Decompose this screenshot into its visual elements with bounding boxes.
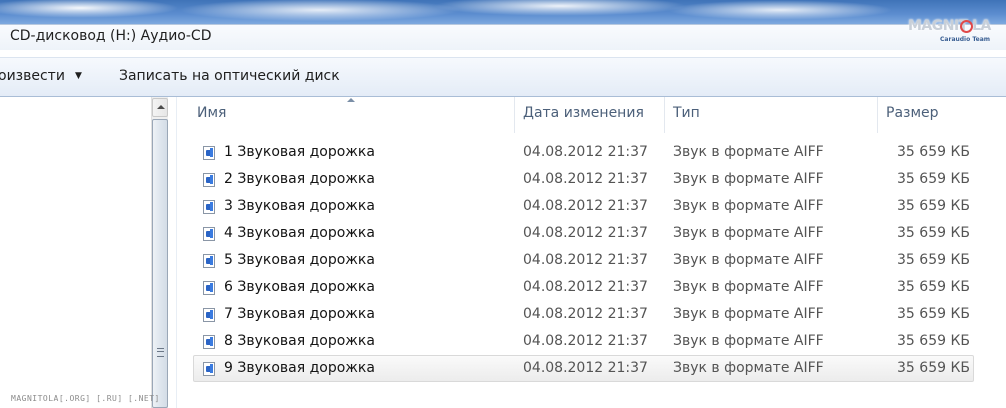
logo-subtitle: Caraudio Team <box>940 36 990 43</box>
play-all-label: оизвести <box>0 68 65 84</box>
file-date: 04.08.2012 21:37 <box>523 333 648 349</box>
file-name: 5 Звуковая дорожка <box>224 252 375 268</box>
file-size: 35 659 КБ <box>897 225 970 241</box>
file-name: 2 Звуковая дорожка <box>224 171 375 187</box>
file-type: Звук в формате AIFF <box>673 225 824 241</box>
column-header-date-label: Дата изменения <box>523 105 644 121</box>
scroll-up-arrow-icon <box>157 105 165 109</box>
audio-file-icon <box>203 227 215 241</box>
site-watermark: MAGNITOLA[.ORG] [.RU] [.NET] <box>11 394 160 403</box>
audio-file-icon <box>203 200 215 214</box>
file-row-8[interactable]: 8 Звуковая дорожка 04.08.2012 21:37 Звук… <box>193 328 974 355</box>
file-date: 04.08.2012 21:37 <box>523 198 648 214</box>
scrollbar-grip-icon <box>157 348 164 357</box>
file-type: Звук в формате AIFF <box>673 171 824 187</box>
navigation-pane <box>0 97 150 408</box>
file-row-5[interactable]: 5 Звуковая дорожка 04.08.2012 21:37 Звук… <box>193 247 974 274</box>
desktop-sky-background <box>0 0 1006 24</box>
file-size: 35 659 КБ <box>897 198 970 214</box>
file-size: 35 659 КБ <box>897 306 970 322</box>
chevron-down-icon: ▼ <box>74 71 82 81</box>
file-date: 04.08.2012 21:37 <box>523 252 648 268</box>
file-date: 04.08.2012 21:37 <box>523 279 648 295</box>
file-date: 04.08.2012 21:37 <box>523 144 648 160</box>
file-row-6[interactable]: 6 Звуковая дорожка 04.08.2012 21:37 Звук… <box>193 274 974 301</box>
logo-ring-icon <box>960 20 973 33</box>
file-name: 7 Звуковая дорожка <box>224 306 375 322</box>
audio-file-icon <box>203 362 215 376</box>
file-name: 6 Звуковая дорожка <box>224 279 375 295</box>
file-type: Звук в формате AIFF <box>673 144 824 160</box>
file-type: Звук в формате AIFF <box>673 252 824 268</box>
file-type: Звук в формате AIFF <box>673 306 824 322</box>
file-name: 8 Звуковая дорожка <box>224 333 375 349</box>
file-size: 35 659 КБ <box>897 333 970 349</box>
file-date: 04.08.2012 21:37 <box>523 225 648 241</box>
audio-file-icon <box>203 281 215 295</box>
window-title-bar[interactable]: CD-дисковод (H:) Аудио-CD <box>0 24 1006 50</box>
column-header-name-label: Имя <box>197 105 227 121</box>
scroll-up-button[interactable] <box>152 98 168 117</box>
file-type: Звук в формате AIFF <box>673 333 824 349</box>
pane-divider[interactable] <box>176 97 177 408</box>
column-header-row: Имя Дата изменения Тип Размер <box>189 97 1006 133</box>
file-type: Звук в формате AIFF <box>673 279 824 295</box>
file-size: 35 659 КБ <box>897 360 970 376</box>
file-name: 4 Звуковая дорожка <box>224 225 375 241</box>
audio-file-icon <box>203 335 215 349</box>
file-name: 1 Звуковая дорожка <box>224 144 375 160</box>
window-title: CD-дисковод (H:) Аудио-CD <box>10 28 212 44</box>
file-size: 35 659 КБ <box>897 144 970 160</box>
file-date: 04.08.2012 21:37 <box>523 360 648 376</box>
file-name: 3 Звуковая дорожка <box>224 198 375 214</box>
magnitola-logo: MAGNIT LA Caraudio Team <box>908 18 991 48</box>
column-header-size[interactable]: Размер <box>878 97 1006 133</box>
logo-brand-text: MAGNIT LA <box>908 18 991 34</box>
file-row-9[interactable]: 9 Звуковая дорожка 04.08.2012 21:37 Звук… <box>193 355 974 382</box>
burn-to-disc-button[interactable]: Записать на оптический диск <box>119 68 340 84</box>
file-size: 35 659 КБ <box>897 171 970 187</box>
file-date: 04.08.2012 21:37 <box>523 306 648 322</box>
audio-file-icon <box>203 308 215 322</box>
column-header-size-label: Размер <box>886 105 939 121</box>
file-row-1[interactable]: 1 Звуковая дорожка 04.08.2012 21:37 Звук… <box>193 139 974 166</box>
file-list: 1 Звуковая дорожка 04.08.2012 21:37 Звук… <box>193 139 974 382</box>
audio-file-icon <box>203 254 215 268</box>
column-header-type-label: Тип <box>673 105 700 121</box>
file-name: 9 Звуковая дорожка <box>224 360 375 376</box>
file-row-7[interactable]: 7 Звуковая дорожка 04.08.2012 21:37 Звук… <box>193 301 974 328</box>
column-header-name[interactable]: Имя <box>189 97 515 133</box>
file-type: Звук в формате AIFF <box>673 198 824 214</box>
column-header-type[interactable]: Тип <box>665 97 878 133</box>
audio-file-icon <box>203 173 215 187</box>
column-header-date[interactable]: Дата изменения <box>515 97 665 133</box>
scrollbar-thumb[interactable] <box>152 119 168 408</box>
file-row-2[interactable]: 2 Звуковая дорожка 04.08.2012 21:37 Звук… <box>193 166 974 193</box>
file-row-4[interactable]: 4 Звуковая дорожка 04.08.2012 21:37 Звук… <box>193 220 974 247</box>
file-row-3[interactable]: 3 Звуковая дорожка 04.08.2012 21:37 Звук… <box>193 193 974 220</box>
command-toolbar: оизвести ▼ Записать на оптический диск <box>0 57 1006 97</box>
file-size: 35 659 КБ <box>897 252 970 268</box>
play-all-button[interactable]: оизвести ▼ <box>0 68 82 84</box>
sort-ascending-icon <box>347 98 355 102</box>
navigation-scrollbar[interactable] <box>151 97 168 408</box>
file-type: Звук в формате AIFF <box>673 360 824 376</box>
audio-file-icon <box>203 146 215 160</box>
file-size: 35 659 КБ <box>897 279 970 295</box>
file-date: 04.08.2012 21:37 <box>523 171 648 187</box>
